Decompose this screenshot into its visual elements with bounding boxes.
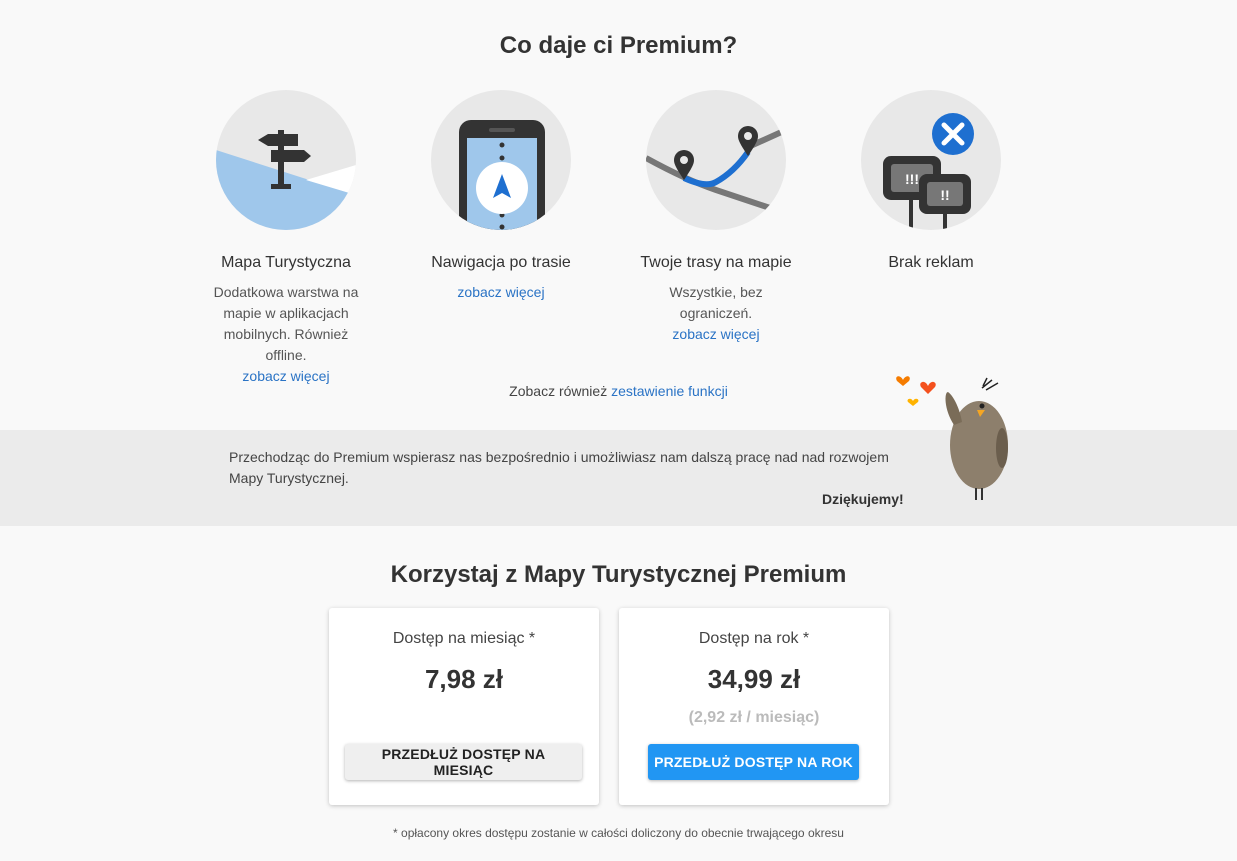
plan-label: Dostęp na miesiąc * bbox=[392, 630, 536, 647]
plan-label: Dostęp na rok * bbox=[698, 630, 810, 647]
plan-price: 7,98 zł bbox=[424, 664, 504, 694]
see-also-text: Zobacz również bbox=[509, 383, 608, 399]
feature-title: Mapa Turystyczna bbox=[221, 254, 351, 271]
phone-navigation-icon bbox=[431, 90, 571, 230]
map-route-icon bbox=[646, 90, 786, 230]
feature-navigation: Nawigacja po trasie zobacz więcej bbox=[401, 90, 601, 303]
features-comparison-link[interactable]: zestawienie funkcji bbox=[611, 383, 728, 399]
plan-per-month: (2,92 zł / miesiąc) bbox=[688, 709, 820, 726]
plan-price: 34,99 zł bbox=[707, 664, 801, 694]
feature-title: Nawigacja po trasie bbox=[431, 254, 571, 271]
feature-title: Twoje trasy na mapie bbox=[640, 254, 792, 271]
plan-card-yearly: Dostęp na rok * 34,99 zł (2,92 zł / mies… bbox=[619, 608, 889, 805]
feature-title: Brak reklam bbox=[888, 254, 974, 271]
see-also: Zobacz również zestawienie funkcji bbox=[0, 383, 1237, 399]
svg-text:!!: !! bbox=[940, 187, 949, 203]
feature-map: Mapa Turystyczna Dodatkowa warstwa na ma… bbox=[186, 90, 386, 387]
no-ads-icon: !!! !! bbox=[861, 90, 1001, 230]
page-title: Co daje ci Premium? bbox=[499, 32, 738, 59]
signpost-icon bbox=[216, 90, 356, 230]
extend-monthly-button[interactable]: PRZEDŁUŻ DOSTĘP NA MIESIĄC bbox=[345, 744, 582, 780]
pricing-title: Korzystaj z Mapy Turystycznej Premium bbox=[390, 561, 847, 588]
extend-yearly-button[interactable]: PRZEDŁUŻ DOSTĘP NA ROK bbox=[648, 744, 859, 780]
see-more-link[interactable]: zobacz więcej bbox=[457, 284, 544, 300]
see-more-link[interactable]: zobacz więcej bbox=[672, 326, 759, 342]
svg-text:!!!: !!! bbox=[905, 171, 919, 187]
feature-no-ads: !!! !! Brak reklam bbox=[831, 90, 1031, 272]
plan-card-monthly: Dostęp na miesiąc * 7,98 zł PRZEDŁUŻ DOS… bbox=[329, 608, 599, 805]
bird-mascot-icon bbox=[896, 376, 1008, 500]
see-more-link[interactable]: zobacz więcej bbox=[242, 368, 329, 384]
feature-description: Wszystkie, bez ograniczeń. bbox=[669, 284, 763, 321]
feature-description: Dodatkowa warstwa na mapie w aplikacjach… bbox=[213, 284, 359, 363]
footnote: * opłacony okres dostępu zostanie w cało… bbox=[393, 826, 844, 840]
support-band: Przechodząc do Premium wspierasz nas bez… bbox=[0, 430, 1237, 526]
support-message: Przechodząc do Premium wspierasz nas bez… bbox=[229, 449, 889, 486]
feature-routes: Twoje trasy na mapie Wszystkie, bez ogra… bbox=[616, 90, 816, 345]
